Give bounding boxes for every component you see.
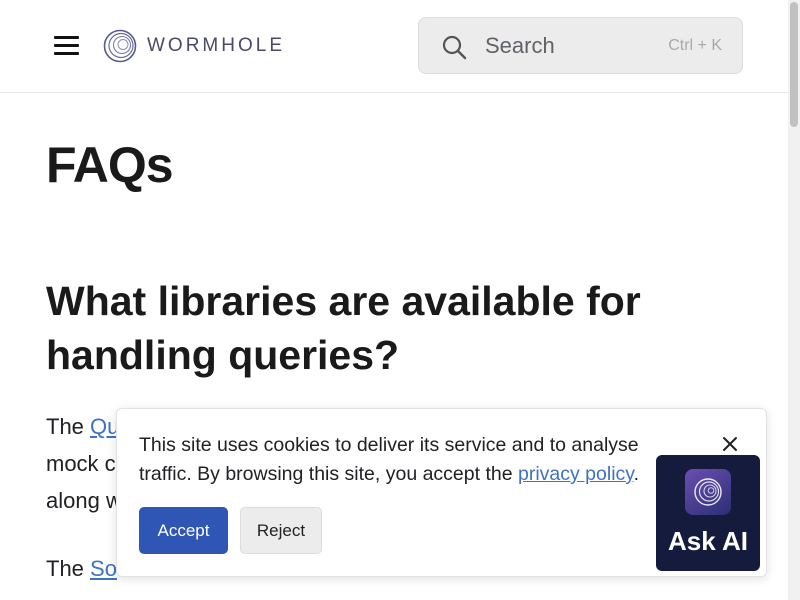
menu-button[interactable] <box>54 36 79 56</box>
logo-text: WORMHOLE <box>147 35 285 56</box>
library-link-2[interactable]: So <box>90 556 117 581</box>
text: The <box>46 414 91 439</box>
faq-answer-paragraph-2: The So <box>46 550 117 587</box>
search-placeholder: Search <box>485 33 555 58</box>
page-scrollbar[interactable] <box>788 0 800 600</box>
paragraph-line: along w <box>46 488 122 513</box>
text: traffic. By browsing this site, you acce… <box>139 463 518 485</box>
ask-ai-button[interactable]: Ask AI <box>656 455 760 571</box>
ask-ai-icon <box>685 469 731 515</box>
paragraph-line: The Qu <box>46 408 122 445</box>
faq-answer-paragraph: The Qu mock c along w <box>46 408 122 519</box>
cookie-line-1: This site uses cookies to deliver its se… <box>139 434 639 456</box>
library-link[interactable]: Qu <box>90 414 119 439</box>
paragraph-line: mock c <box>46 451 116 476</box>
ask-ai-label: Ask AI <box>668 526 748 556</box>
search-icon <box>442 35 467 60</box>
menu-icon-bar <box>54 52 79 55</box>
text: The <box>46 556 91 581</box>
cookie-line-2: traffic. By browsing this site, you acce… <box>139 460 699 489</box>
close-icon[interactable] <box>719 433 741 455</box>
privacy-policy-link[interactable]: privacy policy <box>518 463 634 485</box>
accept-cookies-button[interactable]: Accept <box>139 507 228 554</box>
reject-cookies-button[interactable]: Reject <box>240 507 322 554</box>
search-input[interactable]: Search Ctrl + K <box>418 17 743 74</box>
site-header: WORMHOLE Search Ctrl + K <box>0 0 788 93</box>
text: . <box>633 463 639 485</box>
logo-link[interactable]: WORMHOLE <box>103 28 285 64</box>
menu-icon-bar <box>54 44 79 47</box>
page-title: FAQs <box>46 137 174 193</box>
menu-icon-bar <box>54 36 79 39</box>
cookie-message: This site uses cookies to deliver its se… <box>139 431 699 489</box>
scrollbar-thumb[interactable] <box>790 2 798 127</box>
wormhole-swirl-icon <box>694 478 722 506</box>
search-shortcut: Ctrl + K <box>668 37 722 54</box>
wormhole-logo-icon <box>103 29 137 63</box>
faq-question: What libraries are available for handlin… <box>46 278 641 378</box>
